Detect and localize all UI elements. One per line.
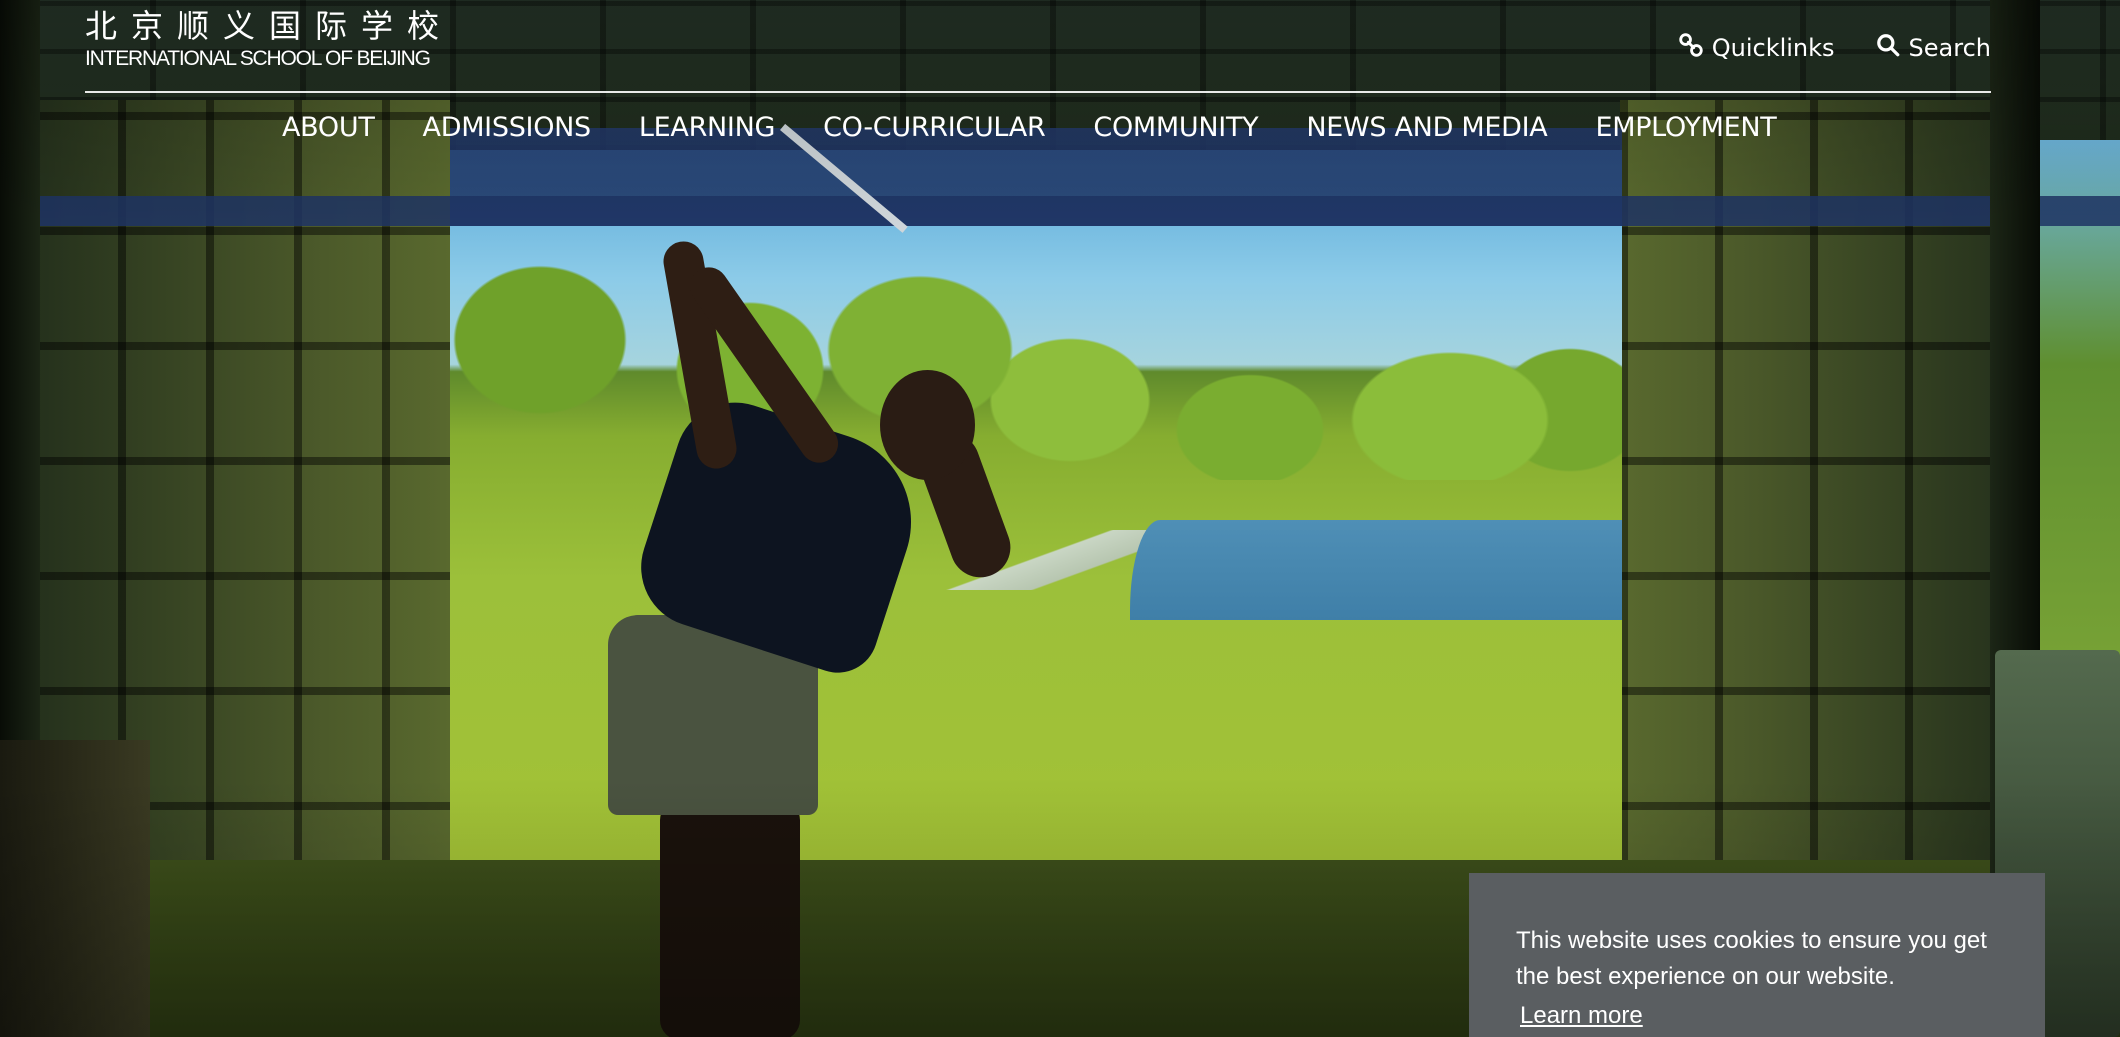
cookie-consent-banner: This website uses cookies to ensure you … (1469, 873, 2045, 1037)
quicklinks-label: Quicklinks (1711, 34, 1835, 62)
nav-item-employment[interactable]: EMPLOYMENT (1595, 112, 1776, 143)
cookie-learn-more-link[interactable]: Learn more (1520, 998, 1643, 1034)
nav-item-admissions[interactable]: ADMISSIONS (423, 112, 592, 143)
utility-links: Quicklinks Search (1678, 30, 1991, 66)
nav-item-community[interactable]: COMMUNITY (1093, 112, 1258, 143)
cookie-message: This website uses cookies to ensure you … (1516, 927, 1987, 990)
search-button[interactable]: Search (1875, 32, 1991, 64)
main-navigation: ABOUT ADMISSIONS LEARNING CO-CURRICULAR … (282, 107, 1777, 147)
quicklinks-button[interactable]: Quicklinks (1678, 32, 1835, 64)
nav-item-about[interactable]: ABOUT (282, 112, 375, 143)
logo-english-name: INTERNATIONAL SCHOOL OF BEIJING (85, 47, 431, 70)
search-label: Search (1908, 34, 1991, 62)
page: 北京顺义国际学校 INTERNATIONAL SCHOOL OF BEIJING… (0, 0, 2120, 1037)
school-logo[interactable]: 北京顺义国际学校 INTERNATIONAL SCHOOL OF BEIJING (85, 6, 445, 70)
nav-item-co-curricular[interactable]: CO-CURRICULAR (823, 112, 1046, 143)
logo-chinese-name: 北京顺义国际学校 (85, 7, 454, 45)
search-icon (1875, 32, 1901, 64)
site-header: 北京顺义国际学校 INTERNATIONAL SCHOOL OF BEIJING… (85, 0, 1991, 93)
nav-item-news-and-media[interactable]: NEWS AND MEDIA (1306, 112, 1547, 143)
nav-item-learning[interactable]: LEARNING (639, 112, 776, 143)
link-icon (1678, 32, 1704, 64)
